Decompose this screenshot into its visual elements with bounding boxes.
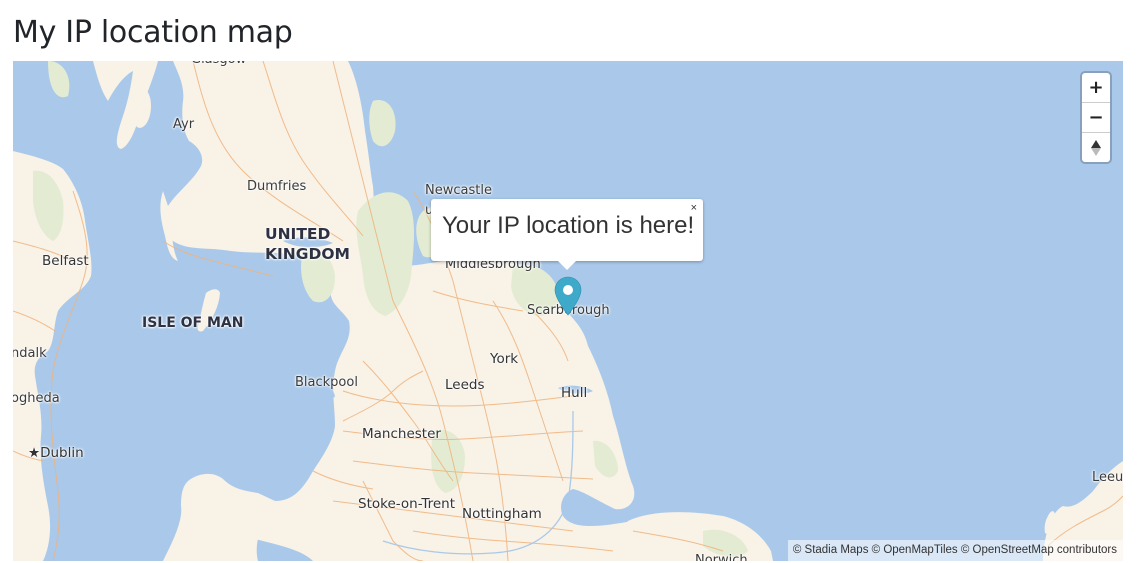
map-pin-icon[interactable] (554, 276, 582, 316)
label-isle-of-man: ISLE OF MAN (142, 315, 244, 331)
zoom-out-button[interactable]: − (1082, 103, 1110, 133)
label-nottingham: Nottingham (462, 506, 542, 522)
label-dundalk: ndalk (13, 346, 47, 361)
label-dublin: ★Dublin (28, 445, 84, 461)
label-dumfries: Dumfries (247, 179, 307, 194)
reset-bearing-button[interactable] (1082, 133, 1110, 162)
map-attribution[interactable]: © Stadia Maps © OpenMapTiles © OpenStree… (787, 540, 1123, 561)
label-kingdom: KINGDOM (265, 245, 350, 263)
label-manchester: Manchester (362, 426, 441, 442)
label-newcastle: Newcastle (425, 183, 492, 198)
label-blackpool: Blackpool (295, 375, 358, 390)
label-hull: Hull (561, 385, 588, 401)
label-leeuwarden: Leeu (1092, 470, 1123, 485)
label-leeds: Leeds (445, 377, 485, 393)
label-glasgow: Glasgow (191, 61, 246, 67)
label-york: York (490, 351, 519, 367)
map-container[interactable]: Glasgow Ayr Dumfries Newcastle u UNITED … (13, 61, 1123, 561)
navigation-control: + − (1080, 71, 1112, 164)
label-ayr: Ayr (173, 117, 195, 132)
label-norwich: Norwich (695, 553, 748, 561)
label-stoke-on-trent: Stoke-on-Trent (358, 496, 456, 512)
label-drogheda: ogheda (13, 391, 60, 406)
popup-tip (558, 261, 576, 270)
label-united: UNITED (265, 225, 331, 243)
label-belfast: Belfast (42, 253, 89, 269)
page-title: My IP location map (13, 15, 293, 50)
popup-text: Your IP location is here! (442, 212, 695, 239)
location-popup: × Your IP location is here! (431, 199, 703, 270)
zoom-in-button[interactable]: + (1082, 73, 1110, 103)
